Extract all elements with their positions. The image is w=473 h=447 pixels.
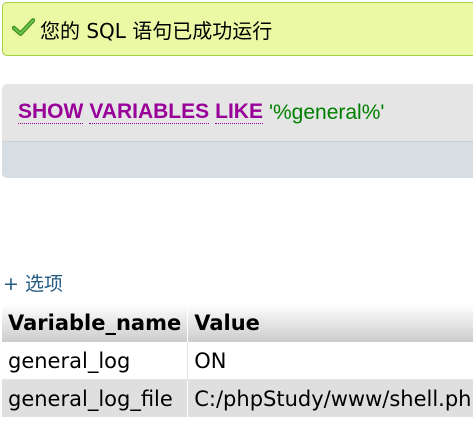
table-row: general_log_file C:/phpStudy/www/shell.p… [2, 379, 473, 418]
check-icon [11, 17, 40, 42]
cell-variable-name: general_log [2, 342, 189, 380]
cell-value: C:/phpStudy/www/shell.php [187, 379, 473, 418]
column-header-value[interactable]: Value [187, 304, 473, 342]
sql-keyword-show[interactable]: SHOW [18, 101, 84, 124]
sql-toolbar [2, 142, 473, 178]
results-table: Variable_name Value general_log ON gener… [2, 304, 473, 418]
success-message: 您的 SQL 语句已成功运行 [2, 2, 473, 56]
sql-keyword-variables[interactable]: VARIABLES [89, 101, 210, 124]
table-row: general_log ON [2, 342, 473, 380]
success-text: 您的 SQL 语句已成功运行 [40, 18, 273, 43]
sql-string-literal: '%general%' [268, 100, 385, 124]
column-header-variable-name[interactable]: Variable_name [2, 304, 189, 342]
sql-query-box: SHOW VARIABLES LIKE '%general%' [2, 84, 473, 178]
sql-query: SHOW VARIABLES LIKE '%general%' [2, 84, 473, 142]
options-link[interactable]: + 选项 [3, 269, 63, 296]
cell-value: ON [187, 342, 473, 380]
sql-keyword-like[interactable]: LIKE [215, 101, 263, 124]
cell-variable-name: general_log_file [2, 379, 189, 418]
table-header-row: Variable_name Value [2, 304, 473, 342]
page: 您的 SQL 语句已成功运行 SHOW VARIABLES LIKE '%gen… [0, 0, 473, 447]
